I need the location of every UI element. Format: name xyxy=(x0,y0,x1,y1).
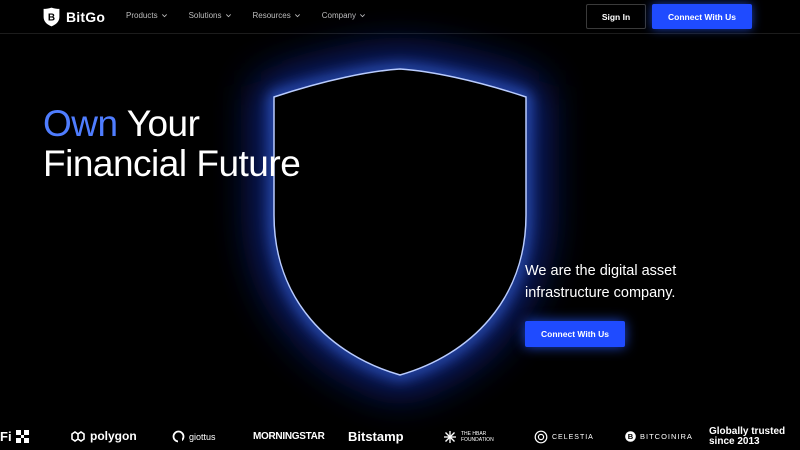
partner-celestia: CELESTIA xyxy=(534,430,594,444)
polygon-icon xyxy=(71,430,85,442)
sign-in-button[interactable]: Sign In xyxy=(586,4,646,29)
hero-headline: Own Your Financial Future xyxy=(43,104,301,184)
headline-accent: Own xyxy=(43,103,118,144)
nav-solutions[interactable]: Solutions xyxy=(189,11,232,20)
nav-company-label: Company xyxy=(321,11,356,20)
nav-resources-label: Resources xyxy=(252,11,291,20)
grid-icon xyxy=(15,430,29,443)
partner-hbar-label: THE HBAR FOUNDATION xyxy=(461,431,494,443)
chevron-down-icon xyxy=(161,14,167,18)
partner-hbar-foundation: THE HBAR FOUNDATION xyxy=(443,430,494,444)
chevron-down-icon xyxy=(225,14,231,18)
partner-bitstamp-label: Bitstamp xyxy=(348,429,404,444)
partner-celestia-label: CELESTIA xyxy=(552,433,594,441)
bitgo-shield-icon: B xyxy=(43,7,60,27)
giottus-icon xyxy=(172,430,185,443)
hbar-icon xyxy=(444,431,456,443)
chevron-down-icon xyxy=(360,14,365,18)
bitcoin-icon: B xyxy=(625,431,636,442)
trusted-line-2: since 2013 xyxy=(709,436,760,447)
svg-text:B: B xyxy=(48,13,55,24)
brand-name: BitGo xyxy=(66,9,106,25)
partner-giottus-label: giottus xyxy=(189,431,216,442)
celestia-icon xyxy=(534,430,548,444)
main-nav: Products Solutions Resources Company xyxy=(126,11,387,20)
nav-solutions-label: Solutions xyxy=(188,11,222,20)
partner-morningstar: MORNINGSTAR xyxy=(253,431,325,442)
partner-fi-label: Fi xyxy=(0,429,12,444)
tagline-line-1: We are the digital asset xyxy=(525,263,677,279)
nav-resources[interactable]: Resources xyxy=(253,11,301,20)
partner-morningstar-label: MORNINGSTAR xyxy=(253,431,325,442)
headline-line-2: Financial Future xyxy=(43,143,301,184)
partner-polygon-label: polygon xyxy=(90,429,137,443)
nav-company[interactable]: Company xyxy=(322,11,366,20)
headline-rest: Your xyxy=(117,103,200,144)
partner-fi: Fi xyxy=(0,429,30,444)
top-navigation-bar: B BitGo Products Solutions Resources Com… xyxy=(0,0,800,34)
partner-giottus: giottus xyxy=(172,430,216,443)
partner-bitcoinira-label: BITCOINIRA xyxy=(640,432,693,441)
hero-connect-button[interactable]: Connect With Us xyxy=(525,321,625,347)
chevron-down-icon xyxy=(294,14,300,18)
tagline-line-2: infrastructure company. xyxy=(525,285,676,301)
hero-tagline: We are the digital asset infrastructure … xyxy=(525,260,765,304)
nav-products-label: Products xyxy=(126,11,158,20)
headline-line-1: Own Your xyxy=(43,104,300,144)
partner-logos: Fi polygon giottus MORNINGSTAR Bitstamp xyxy=(0,420,800,450)
partner-bitcoinira: B BITCOINIRA xyxy=(625,431,693,442)
partner-bitstamp: Bitstamp xyxy=(348,429,404,444)
bitgo-logo[interactable]: B BitGo xyxy=(43,7,105,27)
svg-text:B: B xyxy=(628,432,634,441)
partner-polygon: polygon xyxy=(70,429,137,443)
connect-with-us-button[interactable]: Connect With Us xyxy=(652,4,752,29)
globally-trusted-text: Globally trusted since 2013 xyxy=(709,427,799,447)
nav-products[interactable]: Products xyxy=(126,11,168,20)
